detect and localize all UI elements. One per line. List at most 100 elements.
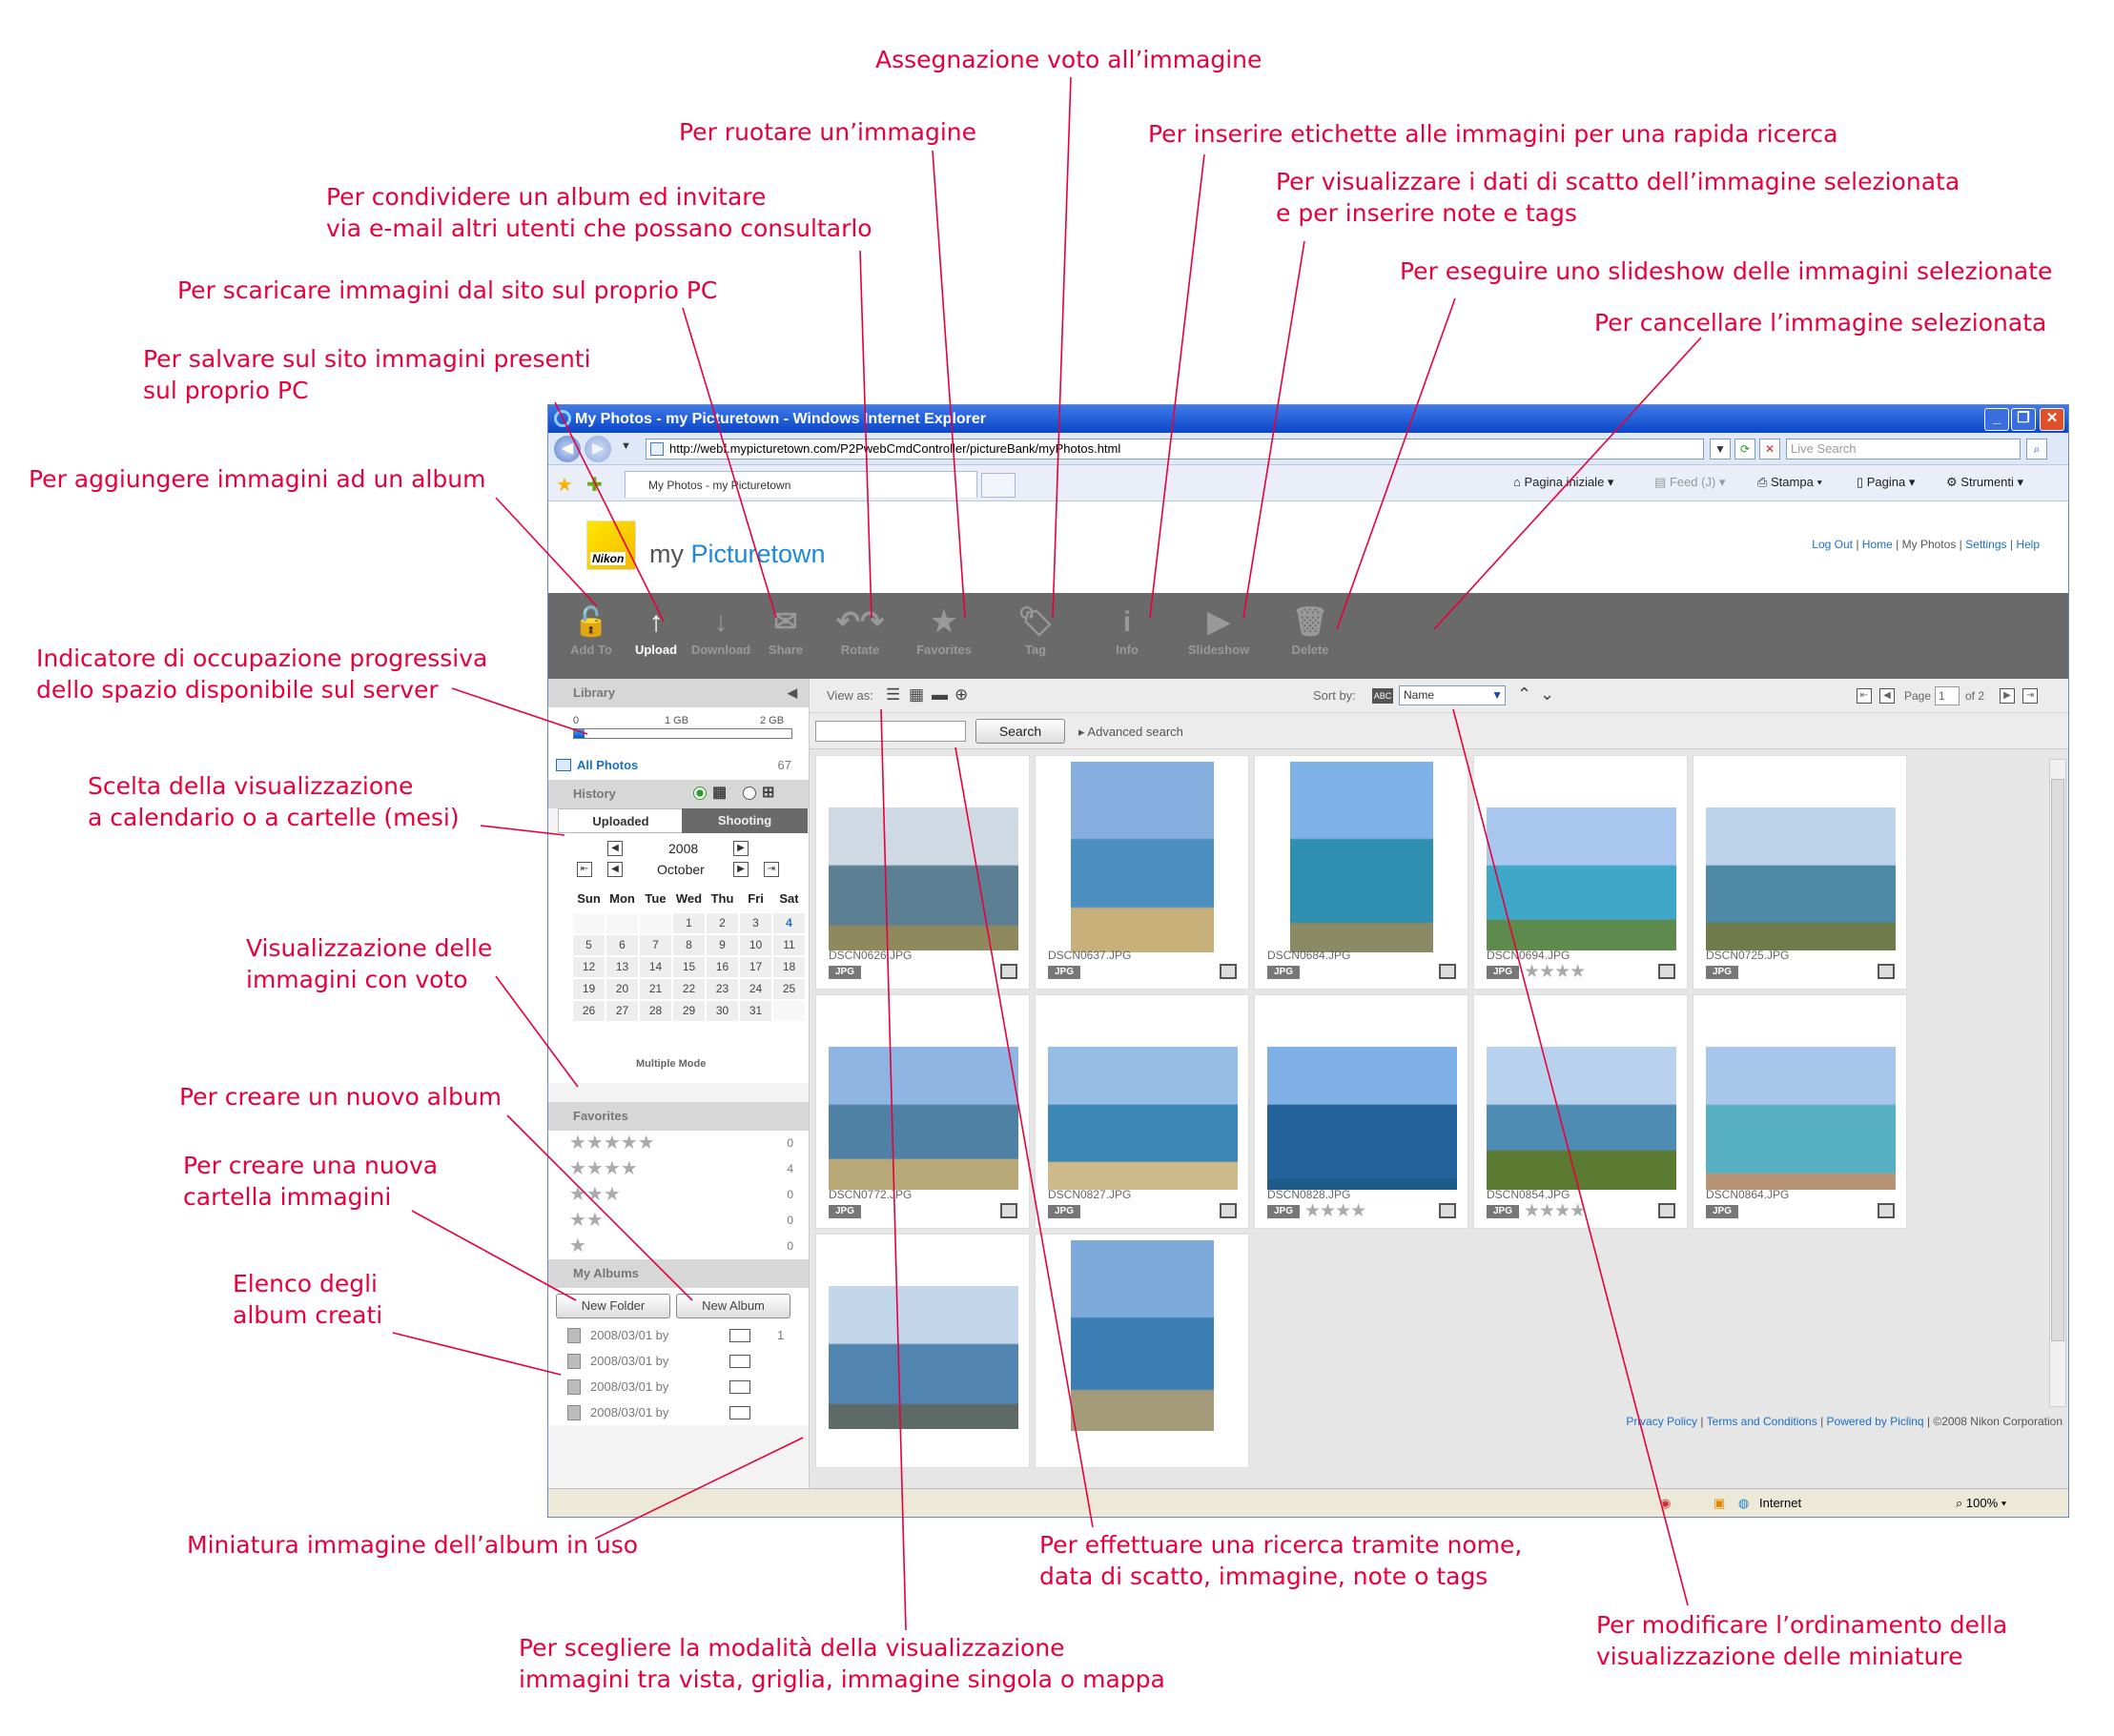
back-button[interactable]: ◀ [554, 436, 581, 462]
feed-button[interactable]: ▤ Feed (J) ▾ [1654, 475, 1725, 490]
calendar-day[interactable]: 23 [707, 979, 738, 999]
comment-icon[interactable] [1658, 964, 1675, 979]
browser-tab[interactable]: My Photos - my Picturetown [625, 471, 977, 498]
prev-month-button[interactable]: ◀ [607, 862, 623, 877]
photo-image[interactable] [1487, 1047, 1676, 1190]
calendar-day[interactable]: 31 [740, 1001, 771, 1021]
calendar-day[interactable]: 15 [673, 957, 705, 977]
calendar-day[interactable]: 18 [773, 957, 805, 977]
photo-thumbnail[interactable] [815, 1234, 1030, 1468]
search-button[interactable]: Search [975, 719, 1065, 744]
calendar-day[interactable]: 13 [606, 957, 638, 977]
settings-link[interactable]: Settings [1965, 538, 2006, 551]
piclinq-link[interactable]: Powered by Piclinq [1827, 1415, 1924, 1428]
favorite-rating-row[interactable]: ★★★ 0 [548, 1182, 809, 1208]
history-dropdown-icon[interactable]: ▼ [621, 440, 631, 452]
favorite-rating-row[interactable]: ★★★★★ 0 [548, 1131, 809, 1156]
calendar-day[interactable]: 24 [740, 979, 771, 999]
photo-image[interactable] [1071, 1240, 1214, 1431]
photo-thumbnail[interactable] [1035, 1234, 1249, 1468]
url-field[interactable]: http://webf.mypicturetown.com/P2PwebCmdC… [646, 439, 1704, 460]
calendar-day[interactable]: 16 [707, 957, 738, 977]
home-link[interactable]: Home [1862, 538, 1893, 551]
comment-icon[interactable] [1000, 964, 1017, 979]
envelope-icon[interactable] [729, 1380, 750, 1394]
first-month-button[interactable]: ⇤ [577, 862, 592, 877]
prev-page-button[interactable]: ◀ [1879, 688, 1895, 704]
calendar-day[interactable]: 30 [707, 1001, 738, 1021]
calendar-day[interactable]: 11 [773, 935, 805, 955]
prev-year-button[interactable]: ◀ [607, 841, 623, 856]
calendar-day[interactable]: 17 [740, 957, 771, 977]
calendar-day[interactable]: 4 [773, 913, 805, 933]
photo-thumbnail[interactable]: DSCN0828.JPG JPG ★★★★ [1254, 994, 1468, 1229]
close-button[interactable]: ✕ [2040, 408, 2064, 431]
comment-icon[interactable] [1439, 1203, 1456, 1218]
calendar-day[interactable]: 22 [673, 979, 705, 999]
photo-thumbnail[interactable]: DSCN0864.JPG JPG [1693, 994, 1907, 1229]
photo-thumbnail[interactable]: DSCN0772.JPG JPG [815, 994, 1030, 1229]
favorite-rating-row[interactable]: ★★ 0 [548, 1208, 809, 1234]
maximize-button[interactable]: ❐ [2011, 408, 2036, 431]
print-button[interactable]: ⎙ Stampa ▾ [1757, 475, 1822, 490]
calendar-day[interactable]: 20 [606, 979, 638, 999]
url-dropdown-icon[interactable]: ▼ [1710, 439, 1731, 460]
advanced-search-link[interactable]: ▸ Advanced search [1078, 725, 1183, 740]
zoom-level[interactable]: ⌕ 100% ▾ [1956, 1489, 2006, 1517]
comment-icon[interactable] [1658, 1203, 1675, 1218]
photo-thumbnail[interactable]: DSCN0637.JPG JPG [1035, 755, 1249, 990]
calendar-day[interactable]: 1 [673, 913, 705, 933]
album-item[interactable]: 2008/03/01 by 1 [548, 1322, 809, 1348]
map-view-icon[interactable]: ⊕ [954, 685, 968, 705]
logout-link[interactable]: Log Out [1812, 538, 1853, 551]
last-month-button[interactable]: ⇥ [764, 862, 779, 877]
calendar-day[interactable]: 29 [673, 1001, 705, 1021]
new-tab-button[interactable] [981, 473, 1016, 498]
photo-thumbnail[interactable]: DSCN0827.JPG JPG [1035, 994, 1249, 1229]
photo-image[interactable] [1487, 807, 1676, 950]
first-page-button[interactable]: ⇤ [1857, 688, 1872, 704]
calendar-day[interactable]: 8 [673, 935, 705, 955]
comment-icon[interactable] [1220, 964, 1237, 979]
home-button[interactable]: ⌂ Pagina iniziale ▾ [1513, 475, 1613, 490]
album-item[interactable]: 2008/03/01 by [548, 1348, 809, 1374]
add-favorites-icon[interactable]: ✚ [586, 473, 603, 497]
live-search-input[interactable]: Live Search [1786, 439, 2021, 460]
photo-thumbnail[interactable]: DSCN0684.JPG JPG [1254, 755, 1468, 990]
photo-image[interactable] [1706, 1047, 1896, 1190]
privacy-status-icon[interactable]: ◉ [1660, 1489, 1671, 1517]
calendar-day[interactable]: 25 [773, 979, 805, 999]
photo-image[interactable] [829, 807, 1018, 950]
photo-thumbnail[interactable]: DSCN0694.JPG JPG ★★★★ [1473, 755, 1688, 990]
calendar-day[interactable]: 14 [640, 957, 671, 977]
calendar-day[interactable]: 28 [640, 1001, 671, 1021]
photo-image[interactable] [1071, 762, 1214, 952]
forward-button[interactable]: ▶ [585, 436, 611, 462]
last-page-button[interactable]: ⇥ [2022, 688, 2038, 704]
photo-image[interactable] [829, 1047, 1018, 1190]
photo-thumbnail[interactable]: DSCN0854.JPG JPG ★★★★ [1473, 994, 1688, 1229]
myphotos-link[interactable]: My Photos [1902, 538, 1957, 551]
stop-icon[interactable]: ✕ [1759, 439, 1780, 460]
tag-button[interactable]: 🏷 Tag [993, 593, 1078, 679]
photo-image[interactable] [1706, 807, 1896, 950]
next-month-button[interactable]: ▶ [733, 862, 749, 877]
calendar-day[interactable]: 7 [640, 935, 671, 955]
favorite-rating-row[interactable]: ★★★★ 4 [548, 1156, 809, 1182]
comment-icon[interactable] [1878, 964, 1895, 979]
multiple-mode-link[interactable]: Multiple Mode [636, 1058, 706, 1070]
rotate-button[interactable]: ↶↷ Rotate [817, 593, 903, 679]
photo-image[interactable] [1048, 1047, 1238, 1190]
minimize-button[interactable]: _ [1984, 408, 2009, 431]
calendar-day[interactable]: 26 [573, 1001, 605, 1021]
calendar-day[interactable]: 3 [740, 913, 771, 933]
grid-view-icon[interactable]: ▦ [909, 685, 924, 705]
calendar-day[interactable]: 27 [606, 1001, 638, 1021]
photo-search-input[interactable] [815, 721, 966, 742]
favorites-button[interactable]: ★ Favorites [901, 593, 987, 679]
next-year-button[interactable]: ▶ [733, 841, 749, 856]
share-button[interactable]: ✉ Share [743, 593, 829, 679]
search-icon[interactable]: ⌕ [2026, 439, 2047, 460]
new-album-button[interactable]: New Album [676, 1294, 790, 1318]
calendar-day[interactable]: 12 [573, 957, 605, 977]
